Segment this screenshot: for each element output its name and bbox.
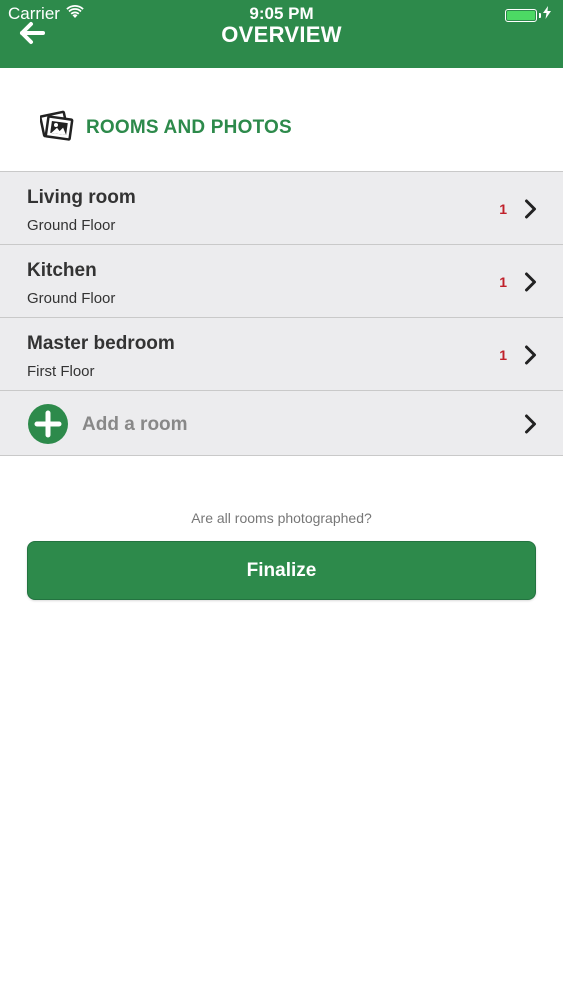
room-floor: Ground Floor [27,217,116,234]
finalize-button[interactable]: Finalize [27,541,536,600]
list-item-kitchen[interactable]: Kitchen Ground Floor 1 [0,245,563,318]
chevron-right-icon [524,345,537,370]
room-name: Living room [27,187,136,208]
chevron-right-icon [524,414,537,439]
section-title: ROOMS AND PHOTOS [86,117,292,138]
screen: Carrier 9:05 PM OVERVIEW ROOMS AND PHOTO… [0,0,563,1000]
chevron-right-icon [524,272,537,297]
room-floor: First Floor [27,363,95,380]
photo-count: 1 [499,274,507,290]
photo-count: 1 [499,347,507,363]
add-circle-icon [27,403,69,450]
list-item-master-bedroom[interactable]: Master bedroom First Floor 1 [0,318,563,391]
room-floor: Ground Floor [27,290,116,307]
room-name: Master bedroom [27,333,175,354]
status-time: 9:05 PM [249,4,314,23]
page-title: OVERVIEW [221,22,342,47]
photos-icon [39,110,74,147]
room-name: Kitchen [27,260,97,281]
room-list: Living room Ground Floor 1 Kitchen Groun… [0,171,563,456]
section-header: ROOMS AND PHOTOS [0,68,563,172]
photo-count: 1 [499,201,507,217]
list-item-living-room[interactable]: Living room Ground Floor 1 [0,172,563,245]
chevron-right-icon [524,199,537,224]
add-room-label: Add a room [82,414,188,435]
finalize-question: Are all rooms photographed? [191,510,372,526]
navigation-bar: Carrier 9:05 PM OVERVIEW [0,0,563,68]
add-room-button[interactable]: Add a room [0,391,563,456]
